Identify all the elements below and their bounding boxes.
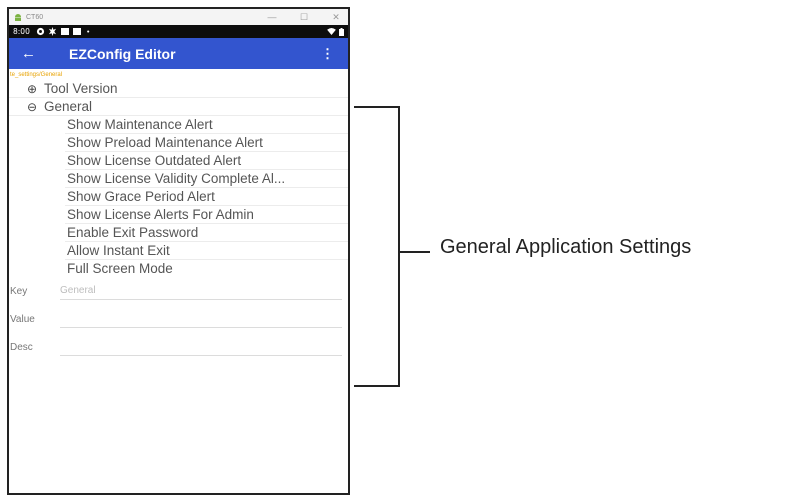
wifi-icon (327, 28, 336, 35)
notification-icon (60, 28, 69, 35)
desc-input[interactable] (60, 338, 342, 356)
key-input[interactable] (60, 282, 342, 300)
desc-label: Desc (10, 341, 33, 353)
minimize-button[interactable]: — (266, 9, 278, 25)
notification-icon (72, 28, 81, 35)
android-icon (15, 14, 21, 21)
status-time: 8:00 (13, 27, 30, 36)
close-button[interactable]: ✕ (330, 9, 342, 25)
back-arrow-icon[interactable]: ← (21, 45, 37, 62)
tree-leaf-item[interactable]: Allow Instant Exit (65, 242, 348, 260)
battery-icon (339, 27, 344, 36)
annotation-label: General Application Settings (440, 236, 692, 258)
window-titlebar: CT60 — ☐ ✕ (9, 9, 348, 25)
annotation-bracket (354, 106, 400, 387)
tree-node-label: Tool Version (44, 80, 118, 96)
tree-leaf-item[interactable]: Show License Alerts For Admin (65, 206, 348, 224)
more-notifications-dot: • (86, 27, 90, 36)
tree-leaf-item[interactable]: Show Preload Maintenance Alert (65, 134, 348, 152)
window-title: CT60 (26, 13, 44, 21)
tree-leaf-item[interactable]: Show License Outdated Alert (65, 152, 348, 170)
emulator-window: CT60 — ☐ ✕ 8:00 • ← EZConfig Editor ⋮ te… (7, 7, 350, 495)
annotation-leader-line (400, 251, 430, 253)
collapse-icon[interactable]: ⊖ (25, 98, 39, 115)
settings-icon (48, 27, 56, 36)
value-input[interactable] (60, 310, 342, 328)
app-bar: ← EZConfig Editor ⋮ (9, 38, 348, 69)
breadcrumb: te_settings/General (10, 72, 63, 78)
tree-leaf-item[interactable]: Full Screen Mode (65, 260, 348, 278)
window-controls: — ☐ ✕ (266, 9, 342, 25)
overflow-menu-icon[interactable]: ⋮ (321, 46, 334, 62)
status-right (327, 27, 344, 36)
sync-icon (36, 27, 44, 36)
desc-field-row: Desc (9, 336, 348, 358)
tree-leaf-item[interactable]: Show Grace Period Alert (65, 188, 348, 206)
expand-icon[interactable]: ⊕ (25, 80, 39, 97)
status-bar: 8:00 • (9, 25, 348, 38)
key-field-row: Key (9, 280, 348, 302)
tree-node-label: General (44, 98, 93, 114)
tree-leaf-item[interactable]: Show License Validity Complete Al... (65, 170, 348, 188)
value-field-row: Value (9, 308, 348, 330)
tree-node-tool-version[interactable]: ⊕ Tool Version (9, 80, 348, 98)
page-title: EZConfig Editor (69, 45, 176, 62)
key-label: Key (10, 285, 28, 297)
maximize-button[interactable]: ☐ (298, 9, 310, 25)
tree-leaf-item[interactable]: Show Maintenance Alert (65, 116, 348, 134)
tree-leaf-item[interactable]: Enable Exit Password (65, 224, 348, 242)
value-label: Value (10, 313, 35, 325)
tree-node-general[interactable]: ⊖ General (9, 98, 348, 116)
